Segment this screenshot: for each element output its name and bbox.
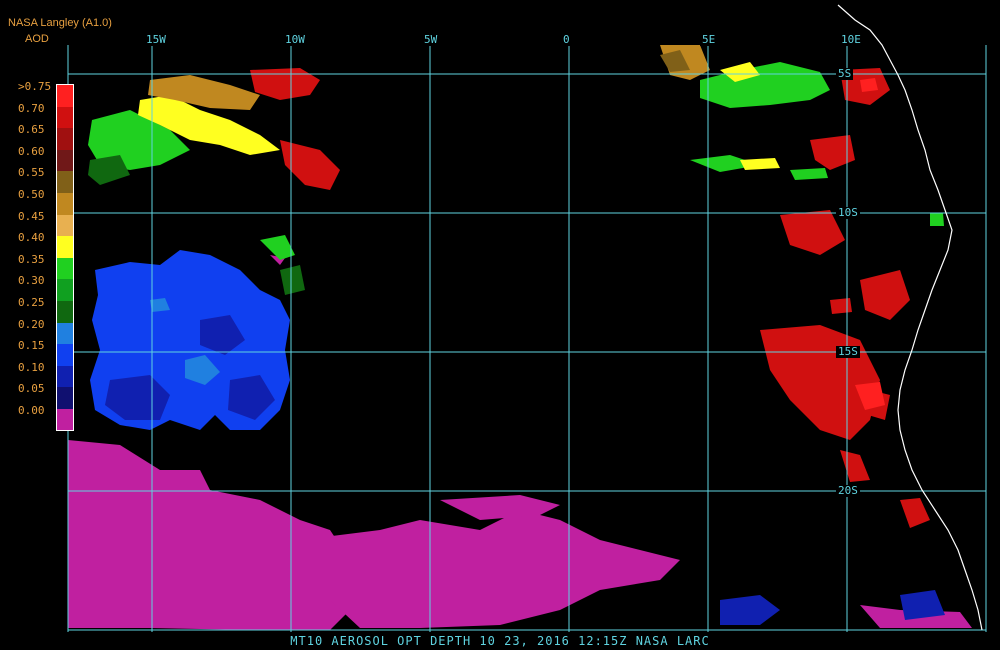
aerosol-map [0,0,1000,650]
legend-label: 0.45 [18,209,45,223]
lat-label: 20S [836,484,860,497]
legend-swatch [57,106,74,129]
legend-swatch [57,322,74,345]
legend-swatch [57,171,74,194]
lon-label: 10E [839,33,863,46]
legend-label: 0.20 [18,317,45,331]
legend-label: 0.70 [18,101,45,115]
legend-label: 0.65 [18,123,45,137]
legend-swatch [57,387,74,410]
legend-label: 0.00 [18,404,45,417]
legend-swatch [57,236,74,259]
footer-caption: MT10 AEROSOL OPT DEPTH 10 23, 2016 12:15… [290,634,710,648]
legend-swatch [57,149,74,172]
legend-label: 0.60 [18,144,45,158]
lon-label: 15W [144,33,168,46]
lon-label: 5W [422,33,440,46]
legend-label: 0.50 [18,188,45,201]
lon-label: 5E [700,33,718,46]
lat-label: 10S [836,206,860,219]
header-title: NASA Langley (A1.0) [8,17,112,29]
legend-swatch [57,409,74,432]
legend-label: 0.30 [18,274,45,288]
lat-label: 15S [836,345,860,358]
legend-label: 0.40 [18,231,45,245]
lat-label: 5S [836,67,854,80]
legend-label: 0.05 [18,382,45,396]
legend-label: 0.35 [18,252,45,266]
legend-label: 0.55 [18,166,45,180]
legend-swatch [57,365,74,388]
legend-swatch [57,344,74,367]
lon-label: 10W [283,33,307,46]
legend-label: 0.25 [18,296,45,309]
header-subtitle: AOD [25,33,49,45]
legend-swatch [57,128,74,151]
legend-swatch [57,85,74,108]
legend-swatch [57,301,74,324]
legend-label: 0.15 [18,339,45,353]
lon-label: 0 [561,33,572,46]
legend-swatch [57,279,74,302]
legend-label: 0.10 [18,360,45,374]
legend-swatch [57,257,74,280]
legend-swatch [57,214,74,237]
legend-label: >0.75 [18,80,52,93]
legend-swatch [57,193,74,216]
